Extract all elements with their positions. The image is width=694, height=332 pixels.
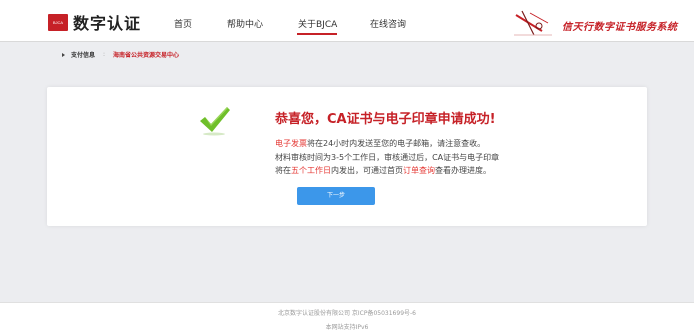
- nav-online-consult[interactable]: 在线咨询: [370, 17, 406, 30]
- dispatch-text-a: 将在: [275, 166, 291, 175]
- nav-home[interactable]: 首页: [174, 17, 192, 30]
- slogan-text: 信天行数字证书服务系统: [562, 22, 678, 33]
- breadcrumb-label: 支付信息: [71, 52, 96, 59]
- dispatch-days-highlight: 五个工作日: [291, 166, 331, 175]
- footer-copyright: 北京数字认证股份有限公司 京ICP备05031699号-6: [277, 310, 416, 317]
- nav-help-center[interactable]: 帮助中心: [227, 17, 263, 30]
- review-message: 材料审核时间为3-5个工作日，审核通过后，CA证书与电子印章: [275, 153, 500, 162]
- invoice-text: 将在24小时内发送至您的电子邮箱，请注意查收。: [307, 139, 486, 148]
- dispatch-text-c: 查看办理进度。: [435, 166, 491, 175]
- logo-badge: BJCA: [48, 13, 68, 31]
- breadcrumb: 支付信息 : 海南省公共资源交易中心: [62, 50, 179, 59]
- next-step-button[interactable]: 下一步: [297, 187, 375, 205]
- bjca-logo[interactable]: BJCA 数字认证: [48, 12, 142, 33]
- top-header: BJCA 数字认证 首页 帮助中心 关于BJCA 在线咨询 信天行数字证书服务系…: [0, 0, 694, 42]
- order-query-link[interactable]: 订单查询: [403, 166, 435, 175]
- dispatch-text-b: 内发出，可通过首页: [331, 166, 403, 175]
- active-nav-indicator: [297, 33, 337, 35]
- nav-about-bjca[interactable]: 关于BJCA: [298, 17, 337, 30]
- breadcrumb-separator: :: [103, 51, 106, 58]
- invoice-highlight: 电子发票: [275, 139, 307, 148]
- success-title: 恭喜您，CA证书与电子印章申请成功!: [275, 112, 496, 127]
- logo-text: 数字认证: [73, 14, 142, 33]
- breadcrumb-arrow-icon: [62, 52, 65, 57]
- footer-ipv6-note: 本网站支持IPv6: [325, 324, 369, 331]
- dispatch-message: 将在五个工作日内发出，可通过首页订单查询查看办理进度。: [275, 165, 491, 176]
- breadcrumb-link[interactable]: 海南省公共资源交易中心: [113, 50, 179, 59]
- invoice-message: 电子发票将在24小时内发送至您的电子邮箱，请注意查收。: [275, 138, 485, 149]
- slogan-emblem-icon: [514, 10, 552, 36]
- success-check-icon: [200, 107, 230, 136]
